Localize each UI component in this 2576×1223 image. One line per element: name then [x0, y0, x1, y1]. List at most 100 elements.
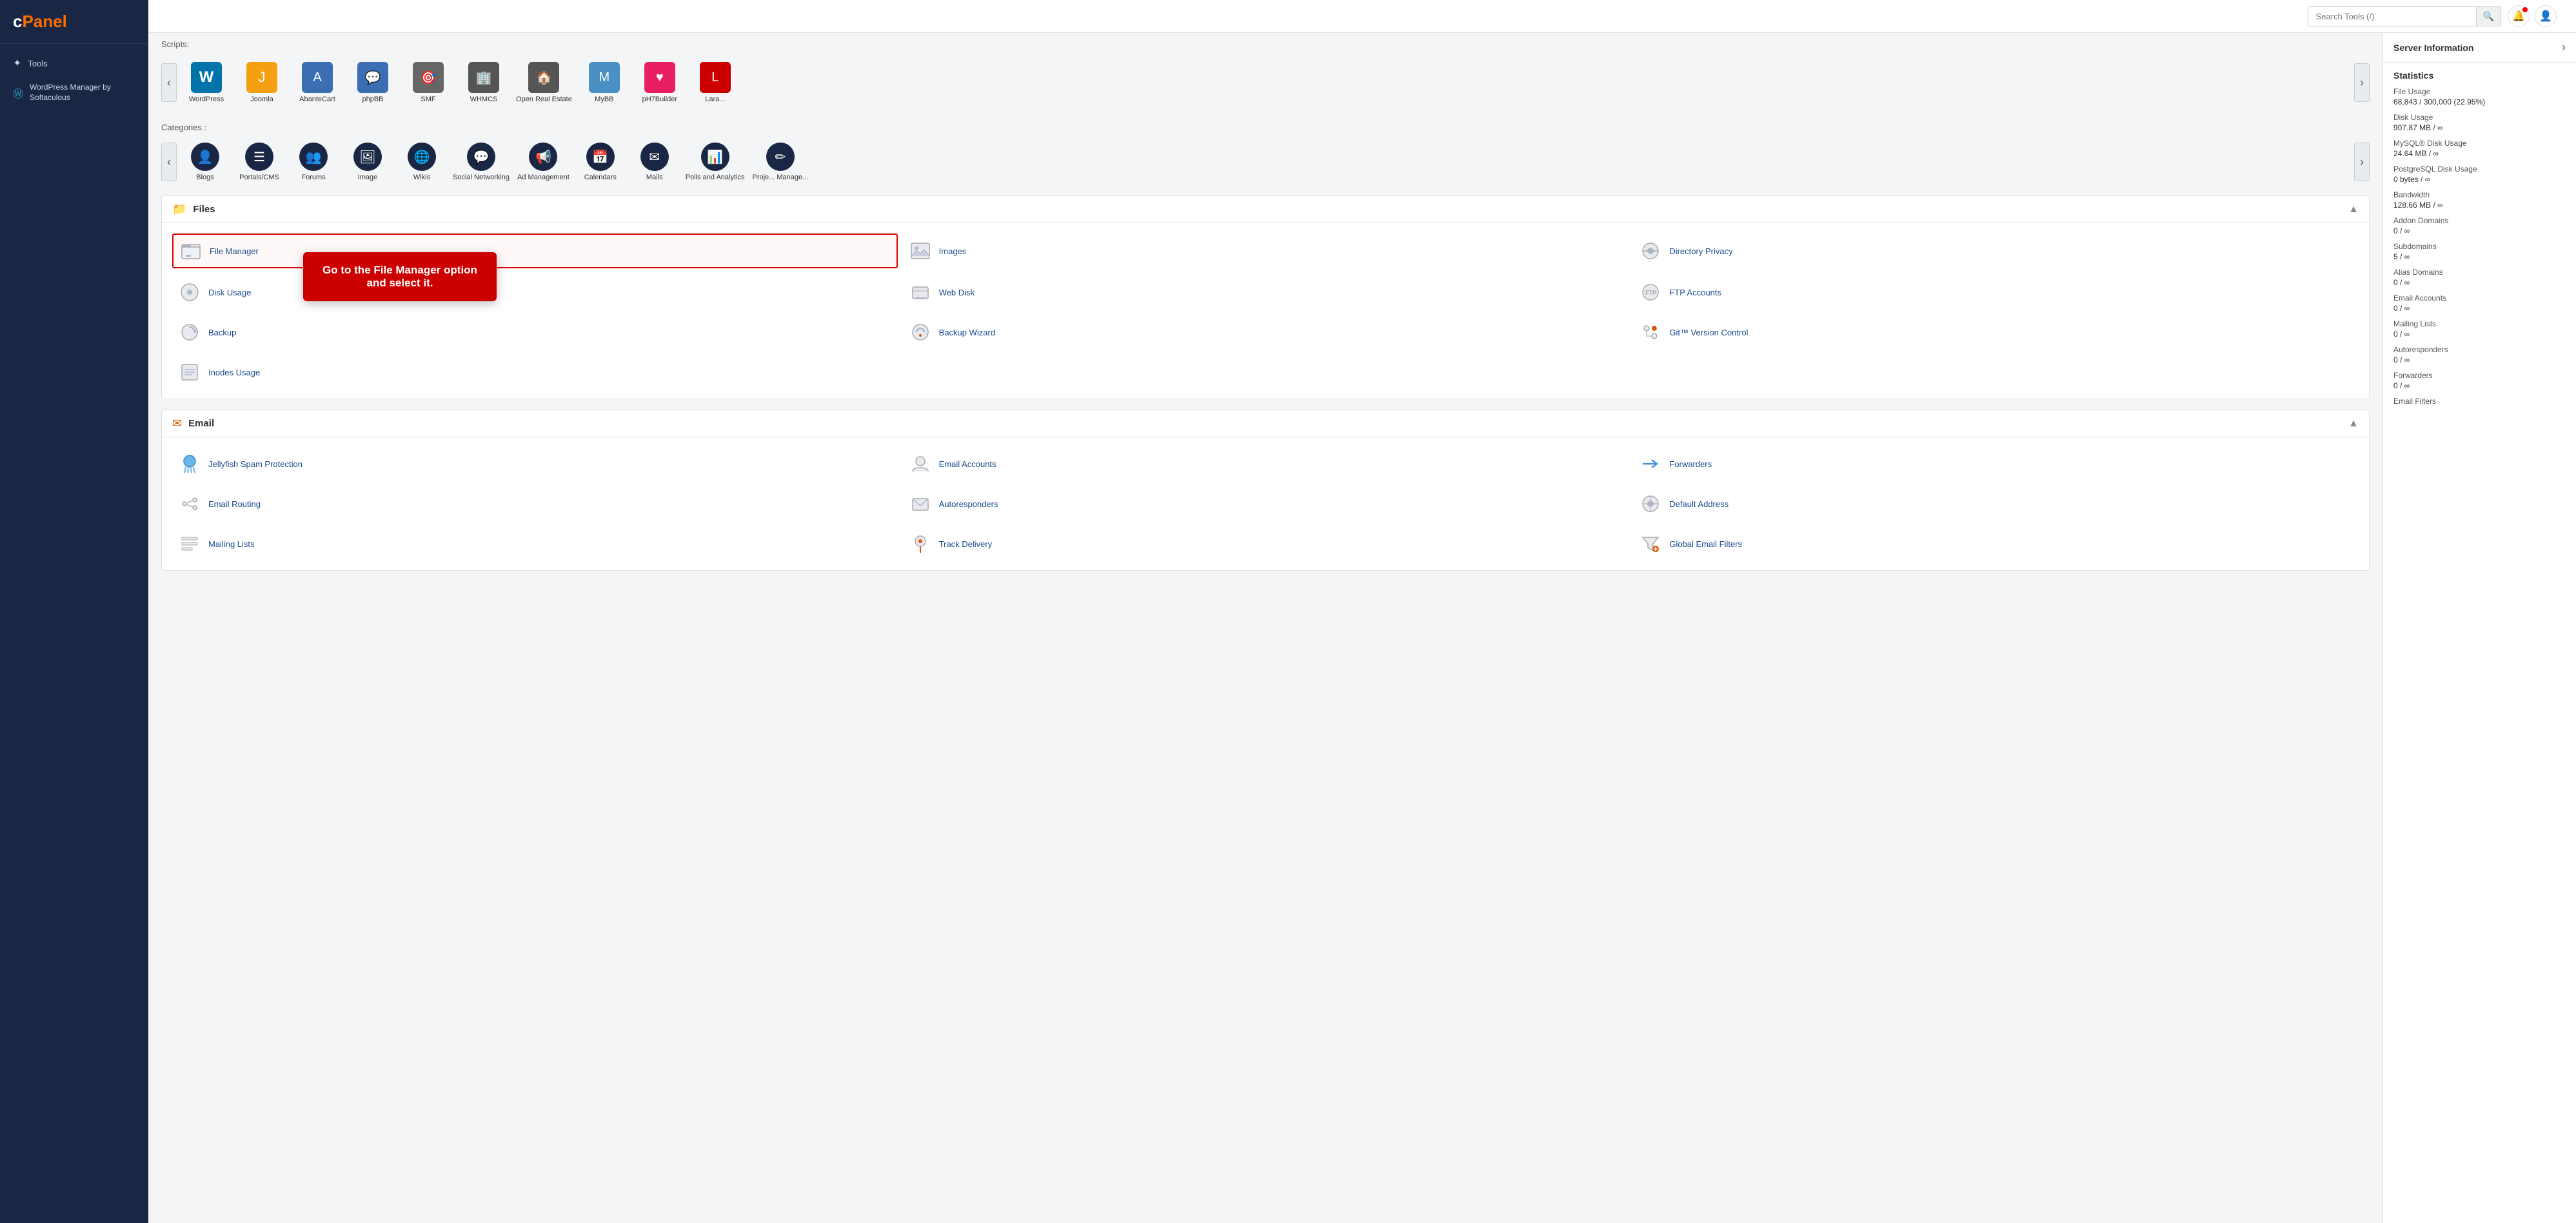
- stat-row-11: Forwarders0 / ∞: [2393, 371, 2566, 390]
- track-delivery-item[interactable]: Track Delivery: [903, 528, 1629, 560]
- stat-value-8: 0 / ∞: [2393, 304, 2566, 313]
- sidebar-item-tools[interactable]: ✦ Tools: [0, 50, 148, 76]
- category-image-label: Image: [358, 174, 378, 181]
- category-forums[interactable]: 👥 Forums: [288, 137, 339, 186]
- disk-usage-item[interactable]: Disk Usage: [172, 276, 898, 308]
- stat-label-6: Subdomains: [2393, 242, 2566, 251]
- script-phpbb-label: phpBB: [362, 95, 383, 103]
- script-joomla[interactable]: J Joomla: [236, 57, 288, 108]
- open-real-estate-icon: 🏠: [528, 62, 559, 93]
- forwarders-item[interactable]: Forwarders: [1633, 448, 2359, 480]
- stat-label-1: Disk Usage: [2393, 113, 2566, 122]
- category-calendars[interactable]: 📅 Calendars: [575, 137, 626, 186]
- search-input[interactable]: [2308, 8, 2476, 25]
- backup-item[interactable]: Backup: [172, 316, 898, 348]
- stat-row-0: File Usage68,843 / 300,000 (22.95%): [2393, 87, 2566, 106]
- email-section-toggle[interactable]: ▲: [2348, 418, 2359, 430]
- backup-icon: [177, 320, 202, 344]
- category-social-label: Social Networking: [453, 174, 510, 181]
- notification-button[interactable]: 🔔: [2508, 5, 2530, 27]
- stat-value-4: 128.66 MB / ∞: [2393, 201, 2566, 210]
- stat-row-4: Bandwidth128.66 MB / ∞: [2393, 190, 2566, 210]
- categories-prev-button[interactable]: ‹: [161, 143, 177, 181]
- wordpress-icon: Ⓦ: [13, 85, 23, 101]
- email-section-title: Email: [188, 418, 214, 429]
- stat-row-6: Subdomains5 / ∞: [2393, 242, 2566, 261]
- phpbb-icon: 💬: [357, 62, 388, 93]
- scripts-prev-button[interactable]: ‹: [161, 63, 177, 102]
- search-button[interactable]: 🔍: [2476, 7, 2501, 26]
- email-routing-label: Email Routing: [208, 499, 261, 509]
- server-information-header[interactable]: Server Information ›: [2383, 33, 2576, 63]
- images-label: Images: [939, 246, 967, 256]
- stat-value-6: 5 / ∞: [2393, 252, 2566, 261]
- files-section-toggle[interactable]: ▲: [2348, 204, 2359, 215]
- email-routing-icon: [177, 492, 202, 516]
- script-phpbb[interactable]: 💬 phpBB: [347, 57, 399, 108]
- mailing-lists-item[interactable]: Mailing Lists: [172, 528, 898, 560]
- email-section-header[interactable]: ✉ Email ▲: [162, 410, 2369, 437]
- script-smf[interactable]: 🎯 SMF: [402, 57, 454, 108]
- category-blogs[interactable]: 👤 Blogs: [179, 137, 231, 186]
- stat-label-12: Email Filters: [2393, 397, 2566, 406]
- category-ad-management[interactable]: 📢 Ad Management: [515, 137, 572, 186]
- script-whmcs-label: WHMCS: [470, 95, 498, 103]
- project-manage-icon: ✏: [766, 143, 795, 171]
- search-box: 🔍: [2308, 6, 2501, 26]
- category-polls-analytics[interactable]: 📊 Polls and Analytics: [683, 137, 748, 186]
- global-email-filters-label: Global Email Filters: [1669, 539, 1742, 549]
- inodes-usage-item[interactable]: Inodes Usage: [172, 356, 898, 388]
- scripts-next-button[interactable]: ›: [2354, 63, 2370, 102]
- category-wikis[interactable]: 🌐 Wikis: [396, 137, 448, 186]
- sidebar-wordpress-label: WordPress Manager by Softaculous: [30, 83, 135, 103]
- script-ph7builder[interactable]: ♥ pH7Builder: [634, 57, 686, 108]
- blogs-icon: 👤: [191, 143, 219, 171]
- images-item[interactable]: Images: [903, 234, 1629, 268]
- disk-usage-icon: [177, 280, 202, 304]
- category-project-manage[interactable]: ✏ Proje... Manage...: [749, 137, 811, 186]
- track-delivery-icon: [908, 532, 933, 556]
- jellyfish-spam-item[interactable]: Jellyfish Spam Protection: [172, 448, 898, 480]
- global-email-filters-item[interactable]: Global Email Filters: [1633, 528, 2359, 560]
- email-routing-item[interactable]: Email Routing: [172, 488, 898, 520]
- ph7builder-icon: ♥: [644, 62, 675, 93]
- stat-label-11: Forwarders: [2393, 371, 2566, 380]
- script-whmcs[interactable]: 🏢 WHMCS: [458, 57, 510, 108]
- email-accounts-item[interactable]: Email Accounts: [903, 448, 1629, 480]
- autoresponders-item[interactable]: Autoresponders: [903, 488, 1629, 520]
- script-wordpress-label: WordPress: [189, 95, 224, 103]
- category-portals-cms[interactable]: ☰ Portals/CMS: [233, 137, 285, 186]
- git-version-control-item[interactable]: Git™ Version Control: [1633, 316, 2359, 348]
- script-abantecart-label: AbanteCart: [299, 95, 335, 103]
- email-section-body: Jellyfish Spam Protection Email Accounts…: [162, 437, 2369, 570]
- backup-wizard-label: Backup Wizard: [939, 328, 995, 337]
- user-button[interactable]: 👤: [2535, 5, 2557, 27]
- inodes-label: Inodes Usage: [208, 368, 260, 377]
- stat-value-9: 0 / ∞: [2393, 330, 2566, 339]
- stat-row-10: Autoresponders0 / ∞: [2393, 345, 2566, 364]
- web-disk-item[interactable]: Web Disk: [903, 276, 1629, 308]
- script-abantecart[interactable]: A AbanteCart: [292, 57, 343, 108]
- directory-privacy-item[interactable]: Directory Privacy: [1633, 234, 2359, 268]
- category-mails[interactable]: ✉ Mails: [629, 137, 680, 186]
- sidebar-nav: ✦ Tools Ⓦ WordPress Manager by Softaculo…: [0, 44, 148, 115]
- category-social-networking[interactable]: 💬 Social Networking: [450, 137, 512, 186]
- git-icon: [1638, 320, 1663, 344]
- files-section-header[interactable]: 📁 Files ▲: [162, 196, 2369, 223]
- file-manager-item[interactable]: File Manager: [172, 234, 898, 268]
- mails-icon: ✉: [640, 143, 669, 171]
- default-address-item[interactable]: Default Address: [1633, 488, 2359, 520]
- autoresponders-icon: [908, 492, 933, 516]
- category-ad-label: Ad Management: [517, 174, 570, 181]
- categories-next-button[interactable]: ›: [2354, 143, 2370, 181]
- script-open-real-estate[interactable]: 🏠 Open Real Estate: [513, 57, 575, 108]
- sidebar-item-wordpress-manager[interactable]: Ⓦ WordPress Manager by Softaculous: [0, 76, 148, 109]
- directory-privacy-label: Directory Privacy: [1669, 246, 1732, 256]
- script-mybb[interactable]: M MyBB: [579, 57, 630, 108]
- script-wordpress[interactable]: W WordPress: [181, 57, 232, 108]
- script-lara[interactable]: L Lara...: [689, 57, 741, 108]
- backup-wizard-item[interactable]: Backup Wizard: [903, 316, 1629, 348]
- ftp-accounts-icon: FTP: [1638, 280, 1663, 304]
- ftp-accounts-item[interactable]: FTP FTP Accounts: [1633, 276, 2359, 308]
- category-image[interactable]: 🖼 Image: [342, 137, 393, 186]
